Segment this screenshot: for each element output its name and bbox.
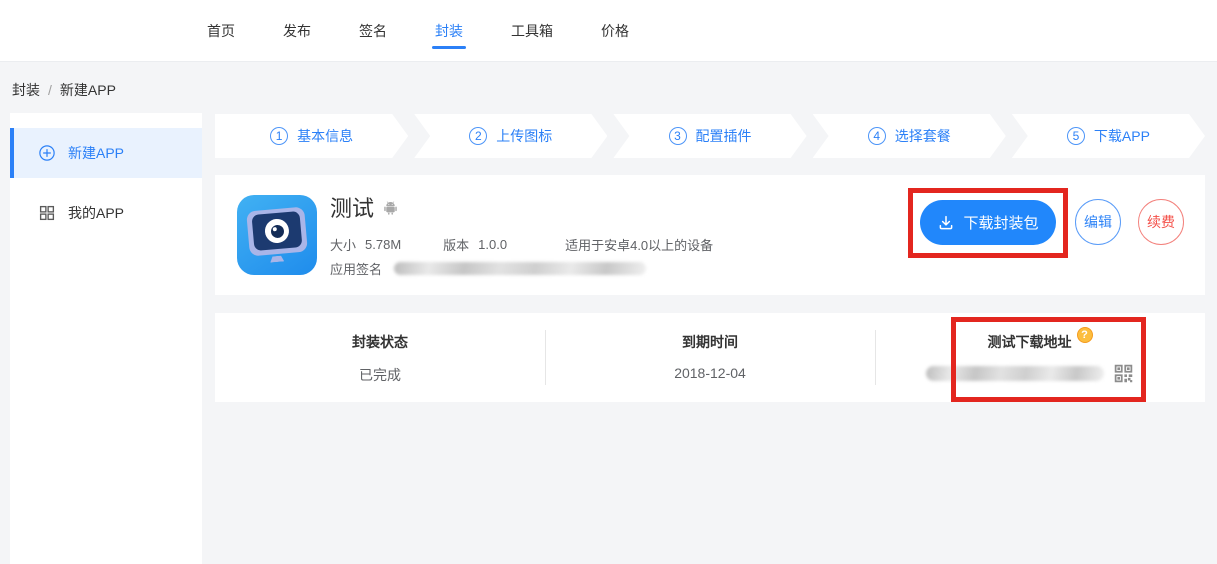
step-number-badge: 2: [469, 127, 487, 145]
step-label: 配置插件: [696, 126, 752, 146]
app-card: 测试 大小 5.78M 版本 1.0.0 适用于安卓4.0以上的设备: [215, 175, 1205, 295]
step-select-plan[interactable]: 4 选择套餐: [813, 114, 1006, 158]
redacted-signature: [394, 262, 646, 275]
expiry-time-header: 到期时间: [545, 332, 875, 352]
sidebar-item-new-app[interactable]: 新建APP: [10, 128, 202, 178]
step-number-badge: 1: [270, 127, 288, 145]
download-button-label: 下载封装包: [963, 212, 1038, 233]
step-label: 选择套餐: [895, 126, 951, 146]
app-icon: [237, 195, 317, 275]
test-download-header: 测试下载地址 ?: [875, 332, 1205, 352]
breadcrumb-packaging[interactable]: 封装: [12, 82, 40, 98]
breadcrumb-separator: /: [48, 82, 52, 98]
app-title-row: 测试: [330, 191, 399, 223]
wizard-steps: 1 基本信息 2 上传图标 3 配置插件 4 选择套餐 5 下载APP: [215, 114, 1205, 158]
edit-button[interactable]: 编辑: [1075, 199, 1121, 245]
step-label: 基本信息: [297, 126, 353, 146]
version-label: 版本: [443, 235, 469, 254]
step-upload-icon[interactable]: 2 上传图标: [414, 114, 607, 158]
signature-label: 应用签名: [330, 259, 382, 278]
renew-button[interactable]: 续费: [1138, 199, 1184, 245]
nav-item-packaging[interactable]: 封装: [435, 0, 463, 62]
nav-item-home[interactable]: 首页: [207, 0, 235, 62]
step-number-badge: 5: [1067, 127, 1085, 145]
qr-code-icon[interactable]: [1113, 363, 1134, 384]
packaging-status-column: 封装状态 已完成: [215, 313, 545, 402]
android-icon: [382, 199, 399, 216]
step-configure-plugins[interactable]: 3 配置插件: [613, 114, 806, 158]
expiry-time-column: 到期时间 2018-12-04: [545, 313, 875, 402]
redacted-download-url: [926, 366, 1104, 381]
nav-item-toolbox[interactable]: 工具箱: [511, 0, 553, 62]
size-label: 大小: [330, 235, 356, 254]
app-meta-row: 大小 5.78M 版本 1.0.0 适用于安卓4.0以上的设备: [330, 235, 713, 254]
status-info-panel: 封装状态 已完成 到期时间 2018-12-04 测试下载地址 ?: [215, 313, 1205, 402]
sidebar: 新建APP 我的APP: [10, 113, 202, 564]
version-value: 1.0.0: [478, 237, 507, 252]
app-name: 测试: [330, 191, 374, 223]
download-icon: [937, 214, 955, 232]
grid-icon: [38, 204, 56, 222]
test-download-column: 测试下载地址 ?: [875, 313, 1205, 402]
app-signature-row: 应用签名: [330, 259, 646, 278]
packaging-status-value: 已完成: [215, 365, 545, 385]
test-download-url-row: [865, 363, 1195, 384]
step-number-badge: 4: [868, 127, 886, 145]
step-download-app[interactable]: 5 下载APP: [1012, 114, 1205, 158]
breadcrumb: 封装 / 新建APP: [12, 80, 116, 100]
step-label: 上传图标: [496, 126, 552, 146]
test-download-header-text: 测试下载地址: [988, 332, 1072, 352]
size-value: 5.78M: [365, 237, 401, 252]
app-icon-tv-shape: [246, 206, 308, 256]
edit-button-label: 编辑: [1084, 212, 1112, 232]
compatibility-text: 适用于安卓4.0以上的设备: [565, 235, 713, 254]
step-number-badge: 3: [669, 127, 687, 145]
nav-item-signature[interactable]: 签名: [359, 0, 387, 62]
step-basic-info[interactable]: 1 基本信息: [215, 114, 408, 158]
app-packaging-page: 首页 发布 签名 封装 工具箱 价格 封装 / 新建APP 新建APP: [0, 0, 1217, 564]
top-nav: 首页 发布 签名 封装 工具箱 价格: [0, 0, 1217, 62]
download-package-button[interactable]: 下载封装包: [920, 200, 1056, 245]
breadcrumb-new-app: 新建APP: [60, 82, 116, 98]
renew-button-label: 续费: [1147, 212, 1175, 232]
packaging-status-header: 封装状态: [215, 332, 545, 352]
nav-item-pricing[interactable]: 价格: [601, 0, 629, 62]
help-icon[interactable]: ?: [1077, 327, 1093, 343]
nav-item-publish[interactable]: 发布: [283, 0, 311, 62]
expiry-time-value: 2018-12-04: [545, 365, 875, 381]
sidebar-item-my-app[interactable]: 我的APP: [10, 188, 202, 238]
step-label: 下载APP: [1094, 126, 1150, 146]
plus-circle-icon: [38, 144, 56, 162]
sidebar-item-label: 新建APP: [68, 143, 124, 163]
sidebar-item-label: 我的APP: [68, 203, 124, 223]
